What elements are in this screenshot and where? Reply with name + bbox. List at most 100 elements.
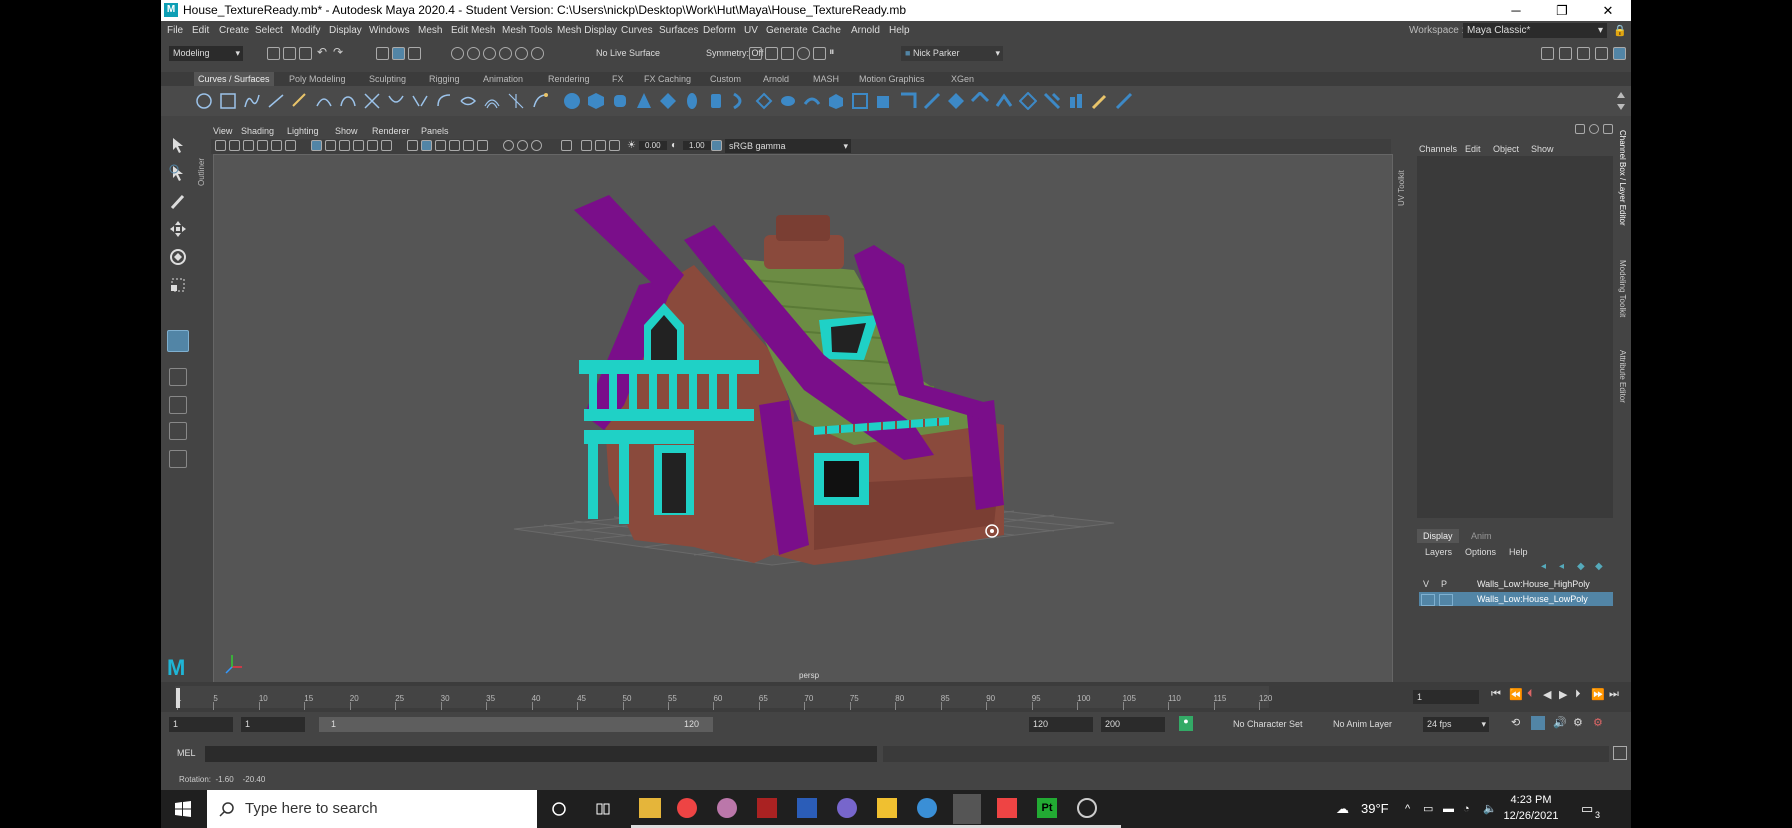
- app-icon[interactable]: [997, 798, 1017, 818]
- ipr-render-icon[interactable]: [797, 47, 810, 60]
- viewport-menu-renderer[interactable]: Renderer: [372, 126, 410, 136]
- bookmarks-icon[interactable]: [243, 140, 254, 151]
- insert-knot-icon[interactable]: [435, 92, 453, 110]
- select-component-icon[interactable]: [408, 47, 421, 60]
- go-to-start-icon[interactable]: ⏮: [1491, 688, 1501, 701]
- shelf-tab-rendering[interactable]: Rendering: [548, 74, 590, 84]
- render-view-icon[interactable]: [765, 47, 778, 60]
- motion-blur-icon[interactable]: [517, 140, 528, 151]
- select-tool-icon[interactable]: [169, 136, 187, 154]
- grease-pencil-icon[interactable]: [285, 140, 296, 151]
- channel-layer-side-tab[interactable]: Channel Box / Layer Editor: [1618, 130, 1627, 226]
- menu-help[interactable]: Help: [889, 25, 910, 36]
- smooth-shade-icon[interactable]: [421, 140, 432, 151]
- nurbs-sphere-icon[interactable]: [563, 92, 581, 110]
- ep-curve-icon[interactable]: [267, 92, 285, 110]
- animation-start-field[interactable]: 1: [241, 717, 305, 732]
- nurbs-cube-icon[interactable]: [587, 92, 605, 110]
- attribute-editor-side-tab[interactable]: Attribute Editor: [1618, 350, 1627, 403]
- 2d-pan-zoom-icon[interactable]: [271, 140, 282, 151]
- live-surface-label[interactable]: No Live Surface: [596, 48, 660, 58]
- anti-aliasing-icon[interactable]: [531, 140, 542, 151]
- time-slider[interactable]: 1510152025303540455055606570758085909510…: [161, 682, 1631, 712]
- notifications-icon[interactable]: ▭: [1581, 790, 1593, 828]
- four-view-layout-icon[interactable]: [169, 396, 187, 414]
- xray-joints-icon[interactable]: [609, 140, 620, 151]
- viewport-menu-shading[interactable]: Shading: [241, 126, 274, 136]
- add-points-icon[interactable]: [531, 92, 549, 110]
- open-scene-icon[interactable]: [283, 47, 296, 60]
- app-icon[interactable]: [717, 798, 737, 818]
- boundary-icon[interactable]: [827, 92, 845, 110]
- film-gate-icon[interactable]: [325, 140, 336, 151]
- shelf-tab-fx-caching[interactable]: FX Caching: [644, 74, 691, 84]
- xray-active-icon[interactable]: [595, 140, 606, 151]
- shelf-tab-custom[interactable]: Custom: [710, 74, 741, 84]
- weather-icon[interactable]: ☁: [1336, 790, 1349, 828]
- gate-mask-icon[interactable]: [353, 140, 364, 151]
- shelf-scroll-icon[interactable]: [1616, 90, 1626, 112]
- untrim-icon[interactable]: [1019, 92, 1037, 110]
- resolution-gate-icon[interactable]: [339, 140, 350, 151]
- task-view-icon[interactable]: [595, 801, 611, 817]
- end-time-field[interactable]: 120: [1029, 717, 1093, 732]
- menu-arnold[interactable]: Arnold: [851, 25, 880, 36]
- lasso-tool-icon[interactable]: [169, 164, 187, 182]
- color-space-dropdown[interactable]: sRGB gamma ▾: [725, 139, 851, 153]
- field-chart-icon[interactable]: [367, 140, 378, 151]
- xray-icon[interactable]: [581, 140, 592, 151]
- workspace-dropdown[interactable]: Maya Classic* ▾: [1463, 23, 1607, 38]
- textured-icon[interactable]: [449, 140, 460, 151]
- shelf-tab-arnold[interactable]: Arnold: [763, 74, 789, 84]
- duplicate-surface-curves-icon[interactable]: [923, 92, 941, 110]
- snap-surface-icon[interactable]: [515, 47, 528, 60]
- project-curve-icon[interactable]: [947, 92, 965, 110]
- command-input[interactable]: [205, 746, 877, 762]
- chevron-up-icon[interactable]: ^: [1405, 790, 1410, 828]
- menu-mesh-display[interactable]: Mesh Display: [557, 25, 617, 36]
- nurbs-torus-icon[interactable]: [683, 92, 701, 110]
- weather-temperature[interactable]: 39°F: [1361, 790, 1389, 828]
- shelf-tab-rigging[interactable]: Rigging: [429, 74, 460, 84]
- anim-layer-label[interactable]: No Anim Layer: [1333, 719, 1392, 729]
- intersect-surfaces-icon[interactable]: [971, 92, 989, 110]
- render-icon[interactable]: [749, 47, 762, 60]
- battery-icon[interactable]: ▬: [1443, 790, 1454, 828]
- playback-speed-icon[interactable]: ⚙: [1573, 716, 1583, 729]
- nurbs-plane-icon[interactable]: [659, 92, 677, 110]
- channel-box-menu-object[interactable]: Object: [1493, 144, 1519, 154]
- shelf-tab-mash[interactable]: MASH: [813, 74, 839, 84]
- color-management-icon[interactable]: [711, 140, 722, 151]
- move-tool-icon[interactable]: [169, 220, 187, 238]
- obs-icon[interactable]: [1077, 798, 1097, 818]
- menu-select[interactable]: Select: [255, 25, 283, 36]
- shelf-tab-motion-graphics[interactable]: Motion Graphics: [859, 74, 925, 84]
- layer-row-selected[interactable]: Walls_Low:House_LowPoly: [1419, 592, 1613, 606]
- nurbs-circle-icon[interactable]: [195, 92, 213, 110]
- go-to-end-icon[interactable]: ⏭: [1609, 688, 1619, 701]
- menu-edit[interactable]: Edit: [192, 25, 209, 36]
- shelf-tab-animation[interactable]: Animation: [483, 74, 523, 84]
- exposure-field[interactable]: 0.00: [639, 141, 667, 150]
- outliner-layout-icon[interactable]: [169, 450, 187, 468]
- rebuild-curve-icon[interactable]: [507, 92, 525, 110]
- step-forward-key-icon[interactable]: ⏵: [1575, 688, 1581, 701]
- intersect-curves-icon[interactable]: [363, 92, 381, 110]
- outliner-side-tab[interactable]: Outliner: [197, 126, 211, 186]
- planar-icon[interactable]: [755, 92, 773, 110]
- select-object-icon[interactable]: [392, 47, 405, 60]
- bevel-plus-icon[interactable]: [899, 92, 917, 110]
- modeling-toolkit-side-tab[interactable]: Modeling Toolkit: [1618, 260, 1627, 317]
- layer-menu-layers[interactable]: Layers: [1425, 547, 1452, 557]
- new-layer-selected-icon[interactable]: ◆: [1595, 561, 1603, 572]
- wifi-icon[interactable]: ◔: [1463, 790, 1470, 828]
- camera-attributes-icon[interactable]: [229, 140, 240, 151]
- snap-curve-icon[interactable]: [467, 47, 480, 60]
- character-set-label[interactable]: No Character Set: [1233, 719, 1303, 729]
- substance-painter-icon[interactable]: Pt: [1037, 798, 1057, 818]
- loft-icon[interactable]: [731, 92, 749, 110]
- square-surface-icon[interactable]: [851, 92, 869, 110]
- app-icon[interactable]: [757, 798, 777, 818]
- viewport-menu-view[interactable]: View: [213, 126, 232, 136]
- chrome-icon[interactable]: [677, 798, 697, 818]
